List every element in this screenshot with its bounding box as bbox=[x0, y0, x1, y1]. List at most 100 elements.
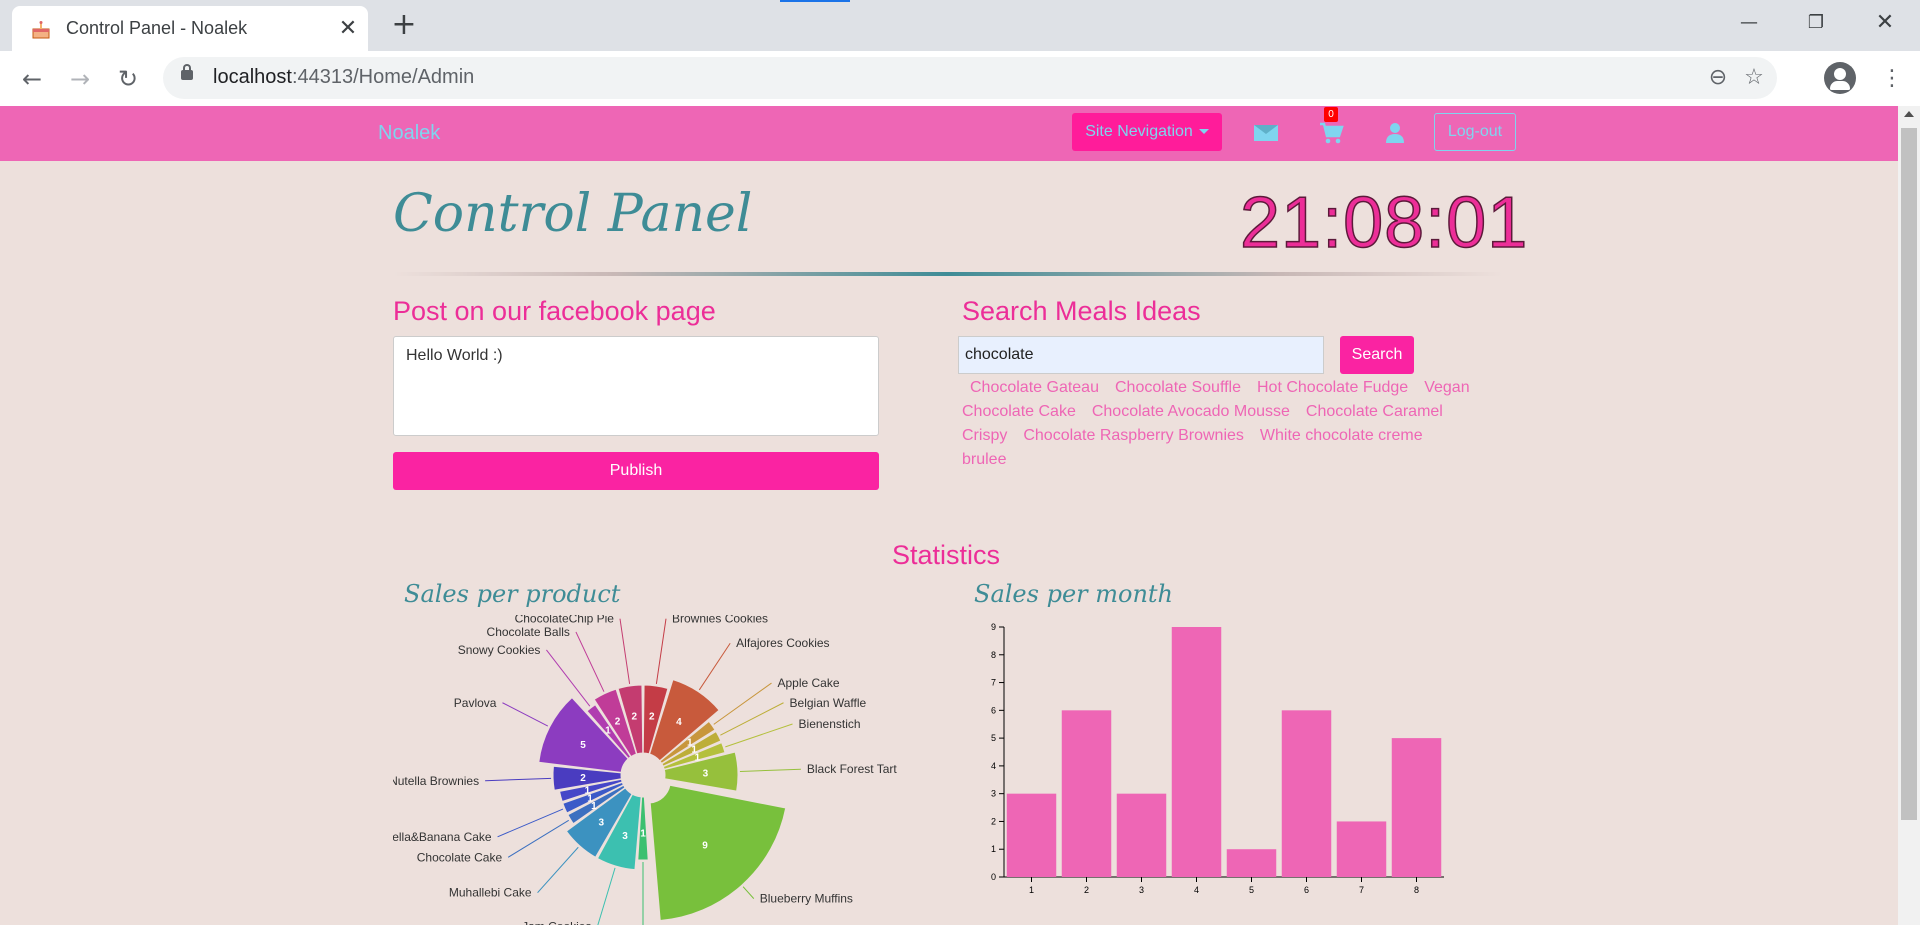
pie-leader-line bbox=[546, 649, 591, 707]
result-link[interactable]: Hot Chocolate Fudge bbox=[1257, 379, 1408, 396]
browser-menu-icon[interactable]: ⋮ bbox=[1880, 63, 1904, 95]
facebook-message-textarea[interactable]: Hello World :) bbox=[393, 336, 879, 436]
x-tick-label: 3 bbox=[1139, 885, 1144, 895]
pie-value-label: 3 bbox=[599, 818, 605, 829]
y-tick-label: 6 bbox=[991, 705, 996, 715]
pie-leader-line bbox=[485, 777, 552, 782]
browser-tab-strip: Control Panel - Noalek ✕ + — ❐ ✕ bbox=[0, 0, 1920, 51]
bar[interactable] bbox=[1116, 793, 1167, 877]
page-scrollbar[interactable] bbox=[1898, 106, 1920, 925]
y-tick-label: 9 bbox=[991, 622, 996, 632]
forward-icon[interactable]: → bbox=[64, 63, 96, 95]
pie-value-label: 1 bbox=[640, 829, 646, 840]
y-tick-label: 1 bbox=[991, 844, 996, 854]
cart-count-badge: 0 bbox=[1324, 107, 1338, 122]
close-window-icon[interactable]: ✕ bbox=[1862, 8, 1908, 38]
scrollbar-thumb[interactable] bbox=[1901, 128, 1917, 820]
pie-leader-line bbox=[742, 886, 755, 899]
pie-leader-line bbox=[713, 682, 772, 725]
y-tick-label: 7 bbox=[991, 678, 996, 688]
pie-category-label: Black Forest Tart bbox=[807, 762, 897, 776]
pie-category-label: Bienenstich bbox=[799, 717, 861, 731]
y-tick-label: 8 bbox=[991, 650, 996, 660]
loading-indicator bbox=[780, 0, 850, 2]
pie-value-label: 3 bbox=[703, 769, 709, 780]
search-results: Chocolate Gateau Chocolate Souffle Hot Cho… bbox=[962, 376, 1474, 472]
sales-per-month-bar-chart: 0 1 2 3 4 5 6 7 8 9 1 2 3 4 5 6 7 8 bbox=[991, 622, 1444, 895]
bar[interactable] bbox=[1171, 627, 1222, 877]
pie-category-label: Nutella&Banana Cake bbox=[393, 830, 492, 844]
search-input[interactable]: chocolate bbox=[958, 336, 1324, 374]
pie-leader-line bbox=[739, 768, 801, 772]
cake-icon bbox=[32, 21, 50, 39]
browser-tab[interactable]: Control Panel - Noalek ✕ bbox=[12, 6, 368, 51]
pie-value-label: 2 bbox=[631, 712, 637, 723]
cart-icon[interactable] bbox=[1318, 120, 1344, 146]
mail-icon[interactable] bbox=[1254, 125, 1278, 141]
x-tick-label: 7 bbox=[1359, 885, 1364, 895]
pie-leader-line bbox=[698, 642, 731, 691]
site-navigation-dropdown[interactable]: Site Nevigation bbox=[1072, 113, 1222, 151]
logout-button[interactable]: Log-out bbox=[1434, 113, 1516, 151]
bar-chart-title: Sales per month bbox=[974, 580, 1174, 608]
back-icon[interactable]: ← bbox=[16, 63, 48, 95]
x-tick-label: 6 bbox=[1304, 885, 1309, 895]
pie-chart-title: Sales per product bbox=[404, 580, 621, 608]
pie-value-label: 1 bbox=[605, 725, 611, 736]
y-tick-label: 2 bbox=[991, 816, 996, 826]
pie-category-label: Blueberry Muffins bbox=[760, 892, 853, 906]
scroll-up-icon[interactable] bbox=[1904, 111, 1914, 117]
caret-down-icon bbox=[1198, 129, 1209, 135]
pie-category-label: Snowy Cookies bbox=[458, 643, 541, 657]
result-link[interactable]: Chocolate Gateau bbox=[970, 379, 1099, 396]
pie-value-label: 2 bbox=[580, 773, 586, 784]
reload-icon[interactable]: ↻ bbox=[112, 63, 144, 95]
pie-value-label: 4 bbox=[676, 717, 682, 728]
pie-value-label: 5 bbox=[580, 740, 586, 751]
result-link[interactable]: Chocolate Souffle bbox=[1115, 379, 1241, 396]
bar[interactable] bbox=[1061, 710, 1112, 877]
x-tick-label: 5 bbox=[1249, 885, 1254, 895]
zoom-out-icon[interactable]: ⊖ bbox=[1703, 63, 1733, 93]
x-tick-label: 8 bbox=[1414, 885, 1419, 895]
pie-leader-line bbox=[502, 702, 549, 727]
user-icon[interactable] bbox=[1386, 123, 1404, 143]
bar[interactable] bbox=[1006, 793, 1057, 877]
x-tick-label: 1 bbox=[1029, 885, 1034, 895]
page-title: Control Panel bbox=[393, 184, 753, 244]
lock-icon bbox=[181, 64, 193, 80]
result-link[interactable]: Chocolate Raspberry Brownies bbox=[1023, 427, 1244, 444]
bar[interactable] bbox=[1336, 821, 1387, 877]
bookmark-star-icon[interactable]: ☆ bbox=[1739, 63, 1769, 93]
search-button[interactable]: Search bbox=[1340, 336, 1414, 374]
pie-value-label: 3 bbox=[622, 831, 628, 842]
pie-category-label: Chocolate Balls bbox=[487, 625, 570, 639]
y-tick-label: 5 bbox=[991, 733, 996, 743]
x-tick-label: 2 bbox=[1084, 885, 1089, 895]
brand-link[interactable]: Noalek bbox=[378, 122, 440, 145]
tab-title: Control Panel - Noalek bbox=[66, 18, 248, 38]
pie-value-label: 1 bbox=[585, 786, 591, 797]
bar[interactable] bbox=[1391, 738, 1442, 877]
y-tick-label: 0 bbox=[991, 872, 996, 882]
result-link[interactable]: Chocolate Avocado Mousse bbox=[1092, 403, 1290, 420]
pie-category-label: Alfajores Cookies bbox=[736, 636, 829, 650]
bar[interactable] bbox=[1281, 710, 1332, 877]
pie-value-label: 9 bbox=[702, 840, 708, 851]
pie-category-label: Chocolate Cake bbox=[417, 850, 503, 864]
pie-leader-line bbox=[497, 808, 564, 838]
pie-leader-line bbox=[575, 631, 605, 692]
restore-icon[interactable]: ❐ bbox=[1793, 8, 1839, 38]
search-heading: Search Meals Ideas bbox=[962, 296, 1201, 326]
minimize-icon[interactable]: — bbox=[1726, 8, 1772, 38]
sales-per-product-pie-chart: 2 Brownies Cookies 4 Alfajores Cookies 1 Appl… bbox=[393, 615, 897, 925]
url-field[interactable]: localhost:44313/Home/Admin ⊖ ☆ bbox=[163, 57, 1777, 99]
new-tab-icon[interactable]: + bbox=[388, 10, 420, 42]
publish-button[interactable]: Publish bbox=[393, 452, 879, 490]
bar[interactable] bbox=[1226, 849, 1277, 877]
profile-icon[interactable] bbox=[1824, 62, 1856, 94]
divider bbox=[393, 272, 1503, 276]
close-tab-icon[interactable]: ✕ bbox=[334, 15, 362, 43]
pie-category-label: Belgian Waffle bbox=[790, 696, 867, 710]
pie-value-label: 2 bbox=[649, 712, 655, 723]
